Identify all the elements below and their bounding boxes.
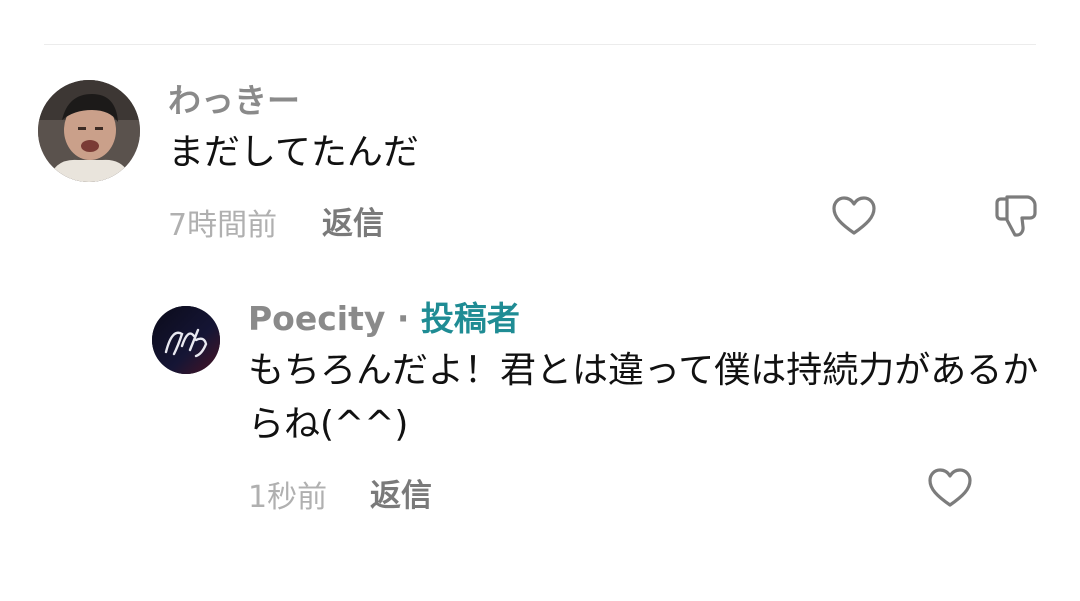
comment-meta: 1秒前 返信 [248, 462, 1052, 515]
reply-button[interactable]: 返信 [370, 470, 432, 515]
comment-time: 7時間前 [168, 208, 278, 243]
comment-username[interactable]: Poecity [248, 299, 385, 338]
avatar-logo-icon [152, 306, 220, 374]
thumbs-down-outline-icon [995, 195, 1037, 237]
top-divider [44, 44, 1036, 45]
heart-outline-icon [928, 468, 972, 507]
comment-body: わっきー まだしてたんだ 7時間前 返信 [168, 80, 1048, 243]
comment-time: 1秒前 [248, 480, 328, 515]
comment-username-row: Poecity · 投稿者 [248, 298, 1052, 340]
heart-outline-icon [832, 196, 876, 235]
avatar[interactable] [38, 80, 140, 182]
comment-text: もちろんだよ！君とは違って僕は持続力があるからね(^^) [248, 350, 1039, 445]
avatar[interactable] [152, 306, 220, 374]
comment-meta: 7時間前 返信 [168, 190, 1048, 243]
comment-username[interactable]: わっきー [168, 80, 1048, 122]
dislike-button[interactable] [990, 190, 1042, 242]
reply-button[interactable]: 返信 [322, 198, 384, 243]
comment-body: Poecity · 投稿者 もちろんだよ！君とは違って僕は持続力があるからね(^… [248, 298, 1052, 515]
separator-dot: · [385, 299, 421, 338]
comment-thread: わっきー まだしてたんだ 7時間前 返信 Poecity · 投稿者 もちろんだ… [0, 0, 1080, 601]
author-badge: 投稿者 [420, 299, 520, 338]
avatar-photo-icon [38, 80, 140, 182]
comment-text: まだしてたんだ [168, 132, 419, 173]
like-button[interactable] [924, 462, 976, 514]
like-button[interactable] [828, 190, 880, 242]
